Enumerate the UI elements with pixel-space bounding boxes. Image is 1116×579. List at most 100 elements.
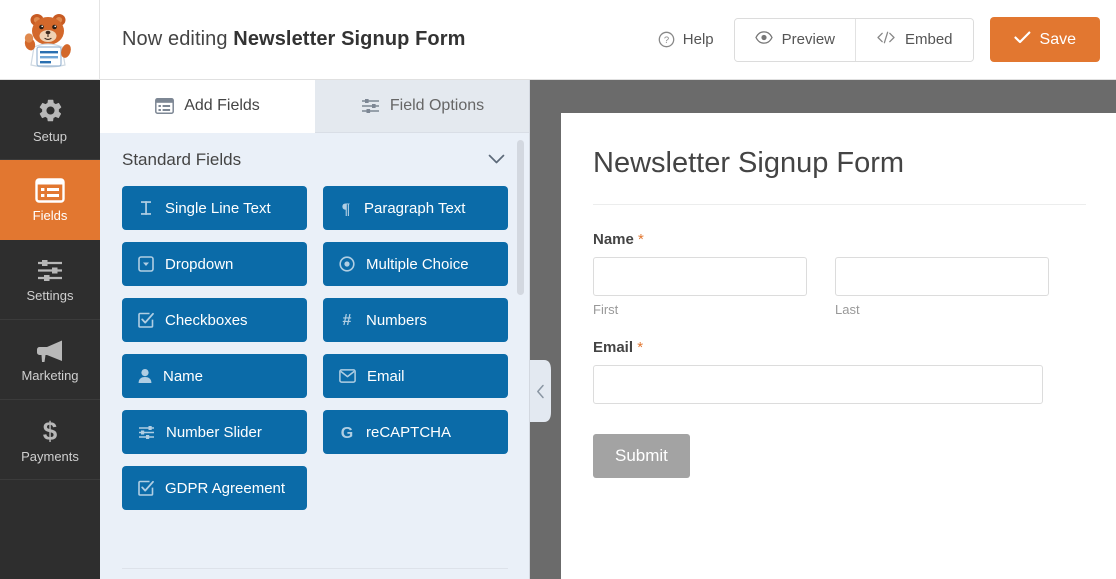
header-bar: Now editing Newsletter Signup Form ? Hel… <box>0 0 1116 80</box>
hash-icon: # <box>339 312 355 328</box>
svg-text:#: # <box>343 312 352 328</box>
field-button-label: Checkboxes <box>165 311 248 329</box>
tab-add-fields[interactable]: Add Fields <box>100 80 315 133</box>
svg-text:?: ? <box>664 35 669 46</box>
help-button[interactable]: ? Help <box>658 31 714 48</box>
checkbox-icon <box>138 312 154 328</box>
list-icon <box>35 177 65 203</box>
header-actions: ? Help Preview Embed Save <box>658 17 1116 62</box>
sliders-icon <box>138 425 155 440</box>
form-name: Newsletter Signup Form <box>233 28 466 50</box>
section-title: Standard Fields <box>122 149 242 169</box>
chevron-down-icon[interactable] <box>488 150 505 170</box>
pilcrow-icon: ¶ <box>339 200 353 216</box>
sidebar-item-label: Setup <box>33 128 67 144</box>
field-button-paragraph-text[interactable]: ¶ Paragraph Text <box>323 186 508 230</box>
submit-button[interactable]: Submit <box>593 433 690 478</box>
sidebar-item-label: Payments <box>21 448 79 464</box>
field-button-label: Number Slider <box>166 423 262 441</box>
preview-form-title: Newsletter Signup Form <box>593 147 905 179</box>
tab-label: Field Options <box>389 97 485 114</box>
tab-field-options[interactable]: Field Options <box>315 80 529 133</box>
required-marker: * <box>637 338 644 356</box>
sliders-icon <box>36 258 64 283</box>
field-button-label: Numbers <box>366 311 427 329</box>
save-label: Save <box>1039 30 1076 48</box>
preview-fields: Name * First Last Email * Submit <box>593 205 1086 478</box>
field-button-label: Email <box>367 367 405 385</box>
envelope-icon <box>339 369 356 383</box>
embed-label: Embed <box>905 31 953 48</box>
add-fields-icon <box>155 98 175 114</box>
standard-fields-section-header[interactable]: Standard Fields <box>100 133 529 186</box>
checkbox-icon <box>138 480 154 496</box>
preview-embed-group: Preview Embed <box>733 17 974 62</box>
name-subfields-row: First Last <box>593 256 1086 317</box>
field-button-name[interactable]: Name <box>122 354 307 398</box>
chevron-left-icon <box>536 384 545 399</box>
first-name-input[interactable] <box>593 256 807 296</box>
field-button-recaptcha[interactable]: G reCAPTCHA <box>323 410 508 454</box>
email-input[interactable] <box>593 364 1043 404</box>
field-label-text: Email <box>593 338 634 356</box>
preview-label: Preview <box>781 31 835 48</box>
text-cursor-icon <box>138 200 154 216</box>
preview-field-email[interactable]: Email * <box>593 339 1086 404</box>
field-button-multiple-choice[interactable]: Multiple Choice <box>323 242 508 286</box>
google-g-icon: G <box>339 424 355 441</box>
field-button-dropdown[interactable]: Dropdown <box>122 242 307 286</box>
sidebar-item-fields[interactable]: Fields <box>0 160 100 240</box>
sidebar-item-label: Settings <box>26 287 74 303</box>
user-icon <box>138 368 152 384</box>
embed-button[interactable]: Embed <box>855 18 973 61</box>
name-last-col: Last <box>835 256 1049 317</box>
section-divider <box>122 568 508 569</box>
last-name-input[interactable] <box>835 256 1049 296</box>
name-first-col: First <box>593 256 807 317</box>
megaphone-icon <box>36 338 65 363</box>
field-button-email[interactable]: Email <box>323 354 508 398</box>
last-name-sublabel: Last <box>835 301 860 317</box>
sidebar-item-setup[interactable]: Setup <box>0 80 100 160</box>
field-button-label: reCAPTCHA <box>366 423 452 441</box>
save-button[interactable]: Save <box>989 17 1100 62</box>
field-button-gdpr-agreement[interactable]: GDPR Agreement <box>122 466 307 510</box>
sidebar-item-marketing[interactable]: Marketing <box>0 320 100 400</box>
field-button-label: Multiple Choice <box>366 255 469 273</box>
panel-collapse-handle[interactable] <box>530 360 551 422</box>
dollar-icon: $ <box>40 417 60 444</box>
form-builder-app: Now editing Newsletter Signup Form ? Hel… <box>0 0 1116 579</box>
radio-icon <box>339 256 355 272</box>
form-preview-area: Newsletter Signup Form Name * First Last… <box>530 80 1116 579</box>
svg-text:$: $ <box>43 417 58 444</box>
field-button-number-slider[interactable]: Number Slider <box>122 410 307 454</box>
first-name-sublabel: First <box>593 301 619 317</box>
field-button-numbers[interactable]: # Numbers <box>323 298 508 342</box>
sidebar: Setup Fields Settings Marketing $ Paymen… <box>0 80 100 579</box>
field-options-icon <box>361 98 380 114</box>
svg-text:¶: ¶ <box>342 201 351 216</box>
check-icon <box>1013 31 1031 49</box>
field-button-single-line-text[interactable]: Single Line Text <box>122 186 307 230</box>
preview-field-name[interactable]: Name * First Last <box>593 231 1086 317</box>
gear-icon <box>37 97 64 124</box>
form-preview-card: Newsletter Signup Form Name * First Last… <box>561 113 1116 579</box>
field-label-text: Name <box>593 230 634 248</box>
field-button-checkboxes[interactable]: Checkboxes <box>122 298 307 342</box>
editing-prefix: Now editing <box>122 28 228 50</box>
standard-fields-grid: Single Line Text ¶ Paragraph Text Dropdo… <box>100 186 529 510</box>
field-button-label: GDPR Agreement <box>165 479 286 497</box>
field-button-label: Single Line Text <box>165 199 271 217</box>
field-button-label: Paragraph Text <box>364 199 466 217</box>
panel-tabs: Add Fields Field Options <box>100 80 529 133</box>
sidebar-item-settings[interactable]: Settings <box>0 240 100 320</box>
preview-button[interactable]: Preview <box>734 18 855 61</box>
dropdown-icon <box>138 256 154 272</box>
field-button-label: Dropdown <box>165 255 234 273</box>
tab-label: Add Fields <box>184 97 260 114</box>
logo-container <box>0 0 100 80</box>
question-circle-icon: ? <box>658 31 675 48</box>
panel-scrollbar[interactable] <box>517 140 524 295</box>
field-label: Email * <box>593 339 1086 356</box>
sidebar-item-payments[interactable]: $ Payments <box>0 400 100 480</box>
